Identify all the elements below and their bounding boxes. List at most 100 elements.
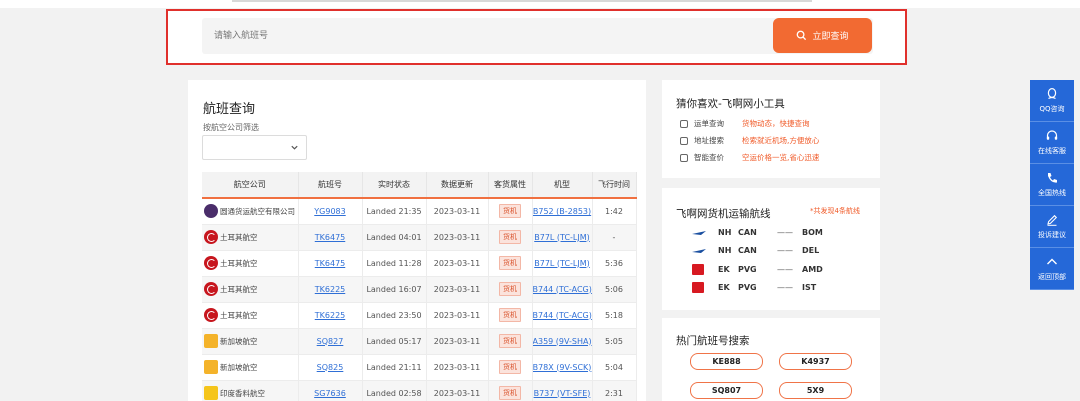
hot-flight-button[interactable]: 5X9 (779, 382, 852, 399)
flight-number-cell: YG9083 (298, 198, 363, 225)
flight-number-link[interactable]: TK6475 (315, 233, 346, 242)
singapore-airlines-logo-icon (204, 334, 218, 348)
route-origin: PVG (738, 265, 757, 274)
status-cell: Landed 21:11 (362, 354, 427, 381)
feedback-button[interactable]: 投诉建议 (1030, 206, 1074, 248)
qq-icon (1047, 87, 1057, 100)
route-carrier: EK (718, 265, 730, 274)
flight-number-link[interactable]: TK6225 (315, 285, 346, 294)
route-item[interactable]: EK PVG —— IST (692, 282, 816, 293)
tool-item[interactable]: 地址搜索 检索就近机场,方便放心 (680, 135, 819, 146)
hot-flights-title: 热门航班号搜索 (676, 335, 750, 347)
price-icon (680, 153, 688, 162)
airline-cell: 土耳其航空 (202, 250, 299, 277)
aircraft-cell: A359 (9V-SHA) (532, 328, 593, 355)
search-button-label: 立即查询 (812, 32, 849, 42)
aircraft-link[interactable]: B752 (B-2853) (533, 207, 591, 216)
flight-number-link[interactable]: SG7636 (314, 389, 346, 398)
cargo-tag: 货机 (499, 308, 521, 322)
cargo-tag: 货机 (499, 360, 521, 374)
duration-cell: 5:36 (592, 250, 637, 277)
flight-number-link[interactable]: TK6225 (315, 311, 346, 320)
hot-flight-button[interactable]: K4937 (779, 353, 852, 370)
flight-number-link[interactable]: YG9083 (314, 207, 345, 216)
duration-cell: 2:31 (592, 380, 637, 401)
tool-item[interactable]: 运单查询 货物动态，快捷查询 (680, 118, 810, 129)
duration-cell: 5:05 (592, 328, 637, 355)
ana-logo-icon (692, 248, 706, 253)
aircraft-link[interactable]: B78X (9V-SCK) (533, 363, 591, 372)
type-cell: 货机 (488, 250, 533, 277)
flight-number-link[interactable]: SQ827 (317, 337, 344, 346)
flight-number-link[interactable]: TK6475 (315, 259, 346, 268)
qq-consult-button[interactable]: QQ咨询 (1030, 80, 1074, 122)
aircraft-link[interactable]: B737 (VT-SFE) (534, 389, 591, 398)
column-header: 数据更新 (426, 172, 489, 199)
airline-cell: 土耳其航空 (202, 302, 299, 329)
table-row: 土耳其航空 TK6225 Landed 16:07 2023-03-11 货机 B744 … (202, 276, 637, 303)
column-header: 航班号 (298, 172, 363, 199)
flight-number-link[interactable]: SQ825 (317, 363, 344, 372)
hotline-button[interactable]: 全国热线 (1030, 164, 1074, 206)
column-header: 实时状态 (362, 172, 427, 199)
table-row: 新加坡航空 SQ825 Landed 21:11 2023-03-11 货机 B78X (… (202, 354, 637, 381)
cargo-tag: 货机 (499, 282, 521, 296)
airline-cell: 新加坡航空 (202, 328, 299, 355)
aircraft-link[interactable]: A359 (9V-SHA) (533, 337, 592, 346)
panel-title: 航班查询 (203, 102, 256, 117)
airline-filter-select[interactable] (202, 135, 307, 160)
flight-number-input[interactable] (202, 18, 762, 54)
airline-name: 圆通货运航空有限公司 (220, 206, 295, 216)
route-dash: —— (777, 265, 793, 274)
search-button[interactable]: 立即查询 (773, 18, 872, 53)
flight-number-cell: TK6225 (298, 302, 363, 329)
hot-flight-button[interactable]: SQ807 (690, 382, 763, 399)
airline-name: 土耳其航空 (220, 284, 258, 294)
updated-cell: 2023-03-11 (426, 276, 489, 303)
aircraft-link[interactable]: B744 (TC-ACG) (533, 285, 592, 294)
online-service-button[interactable]: 在线客服 (1030, 122, 1074, 164)
updated-cell: 2023-03-11 (426, 224, 489, 251)
route-item[interactable]: EK PVG —— AMD (692, 264, 823, 275)
routes-card: 飞啊网货机运输航线 *共发现4条航线 NH CAN —— BOM NH CAN —— DEL E… (662, 188, 880, 310)
search-icon (797, 30, 807, 41)
back-to-top-button[interactable]: 返回顶部 (1030, 248, 1074, 290)
route-item[interactable]: NH CAN —— BOM (692, 228, 823, 237)
flight-number-cell: SQ825 (298, 354, 363, 381)
route-carrier: NH (718, 246, 732, 255)
hot-flights-card: 热门航班号搜索 KE888 K4937 SQ807 5X9 (662, 318, 880, 401)
floating-service-bar: QQ咨询 在线客服 全国热线 投诉建议 返回顶部 (1030, 80, 1074, 290)
aircraft-cell: B77L (TC-LJM) (532, 224, 593, 251)
status-cell: Landed 05:17 (362, 328, 427, 355)
tool-desc: 货物动态，快捷查询 (742, 119, 810, 128)
tool-item[interactable]: 智能查价 空运价格一览,省心迅速 (680, 152, 819, 163)
chevron-down-icon (291, 145, 298, 150)
table-row: 土耳其航空 TK6225 Landed 23:50 2023-03-11 货机 B744 … (202, 302, 637, 329)
status-cell: Landed 23:50 (362, 302, 427, 329)
column-header: 机型 (532, 172, 593, 199)
flight-number-cell: SQ827 (298, 328, 363, 355)
aircraft-cell: B737 (VT-SFE) (532, 380, 593, 401)
airline-cell: 土耳其航空 (202, 276, 299, 303)
aircraft-link[interactable]: B77L (TC-LJM) (534, 259, 590, 268)
flight-number-cell: TK6225 (298, 276, 363, 303)
duration-cell: 5:18 (592, 302, 637, 329)
location-icon (680, 136, 688, 145)
aircraft-link[interactable]: B77L (TC-LJM) (534, 233, 590, 242)
float-label: 返回顶部 (1038, 273, 1066, 281)
aircraft-cell: B77L (TC-LJM) (532, 250, 593, 277)
tools-card: 猜你喜欢-飞啊网小工具 运单查询 货物动态，快捷查询 地址搜索 检索就近机场,方便放心… (662, 80, 880, 178)
emirates-logo-icon (692, 264, 704, 275)
route-item[interactable]: NH CAN —— DEL (692, 246, 819, 255)
route-destination: BOM (802, 228, 823, 237)
float-label: 全国热线 (1038, 189, 1066, 197)
flights-table: 航空公司 航班号 实时状态 数据更新 客货属性 机型 飞行时间 圆通货运航空有限… (202, 172, 637, 401)
flight-number-cell: TK6475 (298, 250, 363, 277)
aircraft-link[interactable]: B744 (TC-ACG) (533, 311, 592, 320)
type-cell: 货机 (488, 302, 533, 329)
aircraft-cell: B78X (9V-SCK) (532, 354, 593, 381)
aircraft-cell: B744 (TC-ACG) (532, 302, 593, 329)
airline-name: 印度香料航空 (220, 388, 265, 398)
route-dash: —— (777, 283, 793, 292)
hot-flight-button[interactable]: KE888 (690, 353, 763, 370)
